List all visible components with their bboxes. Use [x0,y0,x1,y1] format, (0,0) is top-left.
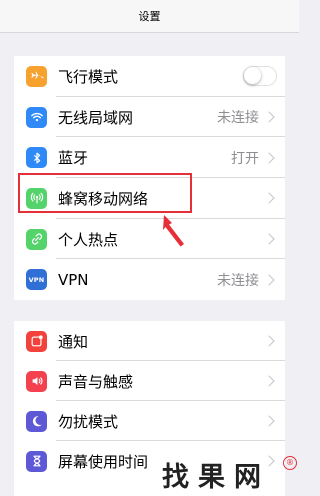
notifications-row[interactable]: 通知 [14,321,285,361]
vpn-row[interactable]: VPN VPN 未连接 [14,259,285,300]
airplane-mode-row[interactable]: 飞行模式 [14,56,285,97]
bluetooth-label: 蓝牙 [58,149,89,168]
hotspot-row[interactable]: 个人热点 [14,219,285,260]
bluetooth-icon [26,147,47,169]
chevron-right-icon [263,111,275,123]
watermark: 找果网 ® [162,452,299,496]
page-title: 设置 [138,10,161,23]
wifi-status: 未连接 [217,110,259,127]
bluetooth-row[interactable]: 蓝牙 打开 [14,137,285,178]
vpn-label: VPN [58,270,89,289]
chevron-right-icon [263,192,275,205]
registered-badge: ® [283,456,297,470]
hotspot-icon [26,228,47,250]
cellular-label: 蜂窝移动网络 [58,189,149,208]
sound-row[interactable]: 声音与触感 [14,361,285,401]
pointer-arrow-icon [163,215,184,247]
bluetooth-status: 打开 [231,150,259,167]
chevron-right-icon [263,415,275,427]
airplane-mode-toggle[interactable] [243,66,277,87]
chevron-right-icon [263,233,275,245]
notifications-label: 通知 [58,332,89,351]
airplane-icon [26,65,47,87]
nav-bar: 设置 [0,0,299,33]
settings-group-connectivity: 飞行模式 无线局域网 未连接 蓝牙 打开 蜂窝移动网络 个人热点 VPN VPN… [14,56,285,300]
chevron-right-icon [263,152,275,164]
moon-icon [26,410,47,432]
toggle-knob [244,67,261,85]
wifi-row[interactable]: 无线局域网 未连接 [14,97,285,138]
notification-icon [26,330,47,352]
airplane-mode-label: 飞行模式 [58,67,119,86]
vpn-status: 未连接 [217,272,259,289]
sound-icon [26,370,47,392]
do-not-disturb-row[interactable]: 勿扰模式 [14,401,285,441]
chevron-right-icon [263,335,275,347]
hourglass-icon [26,450,47,472]
vpn-icon: VPN [26,269,47,291]
sound-label: 声音与触感 [58,372,134,391]
do-not-disturb-label: 勿扰模式 [58,412,119,431]
chevron-right-icon [263,274,275,286]
wifi-label: 无线局域网 [58,108,134,127]
chevron-right-icon [263,375,275,387]
wifi-icon [26,106,47,128]
vpn-icon-text: VPN [28,275,45,284]
watermark-text: 找果网 [162,461,270,493]
cellular-row[interactable]: 蜂窝移动网络 [14,178,285,219]
cellular-icon [26,187,47,209]
